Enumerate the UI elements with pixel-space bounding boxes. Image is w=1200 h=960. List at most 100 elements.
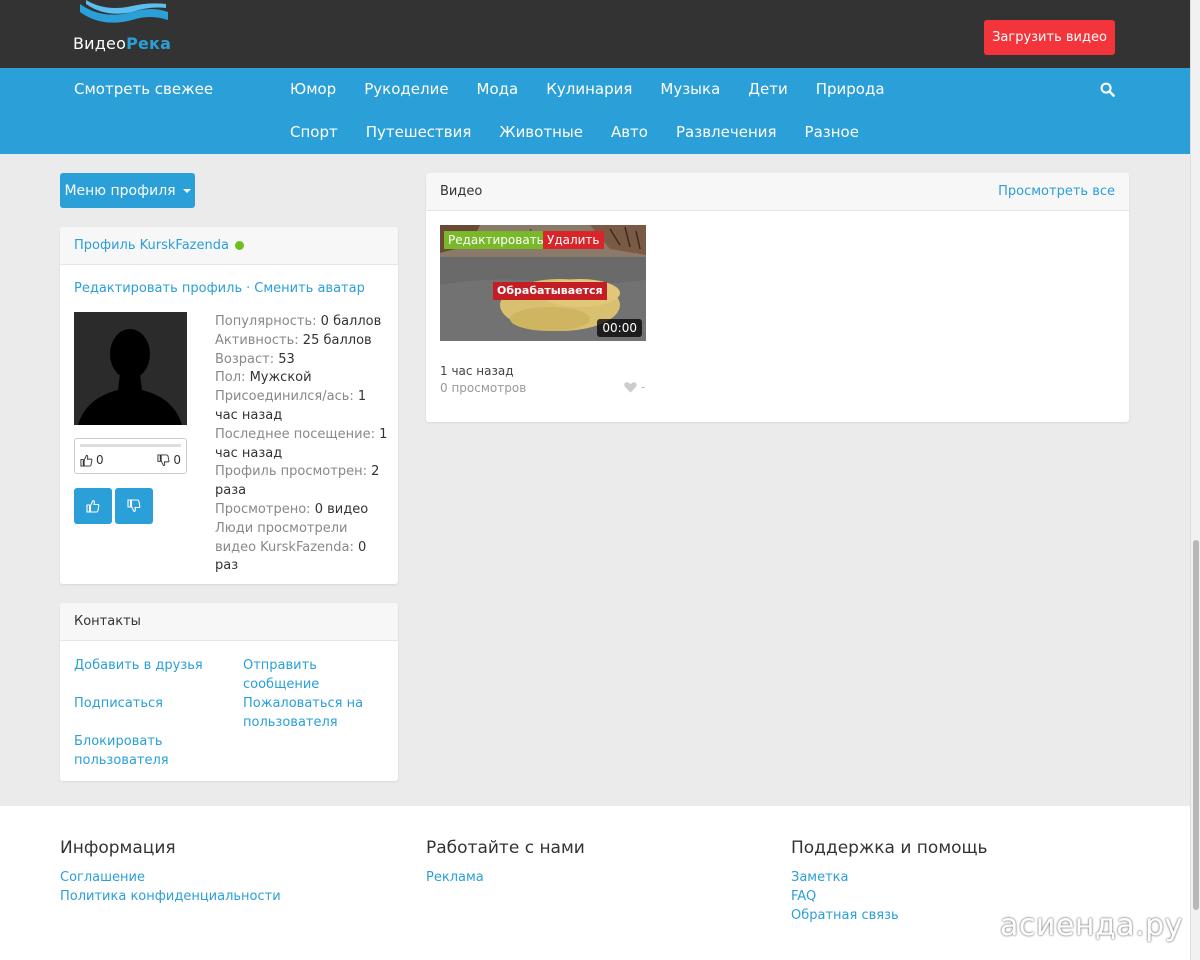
- nav-row-1: Юмор Рукоделие Мода Кулинария Музыка Дет…: [290, 80, 885, 98]
- dislike-count-value: 0: [173, 453, 181, 467]
- nav-item-auto[interactable]: Авто: [611, 123, 648, 141]
- stat-value: 0 баллов: [320, 314, 382, 329]
- stat-activity: Активность: 25 баллов: [215, 332, 390, 351]
- videos-title: Видео: [440, 184, 483, 199]
- profile-panel: Профиль KurskFazenda Редактировать профи…: [60, 227, 398, 584]
- subscribe-link[interactable]: Подписаться: [74, 694, 234, 713]
- stat-label: Последнее посещение:: [215, 426, 375, 442]
- edit-video-button[interactable]: Редактировать: [444, 231, 548, 249]
- profile-stats: Популярность: 0 баллов Активность: 25 ба…: [215, 313, 390, 576]
- footer-info-title: Информация: [60, 838, 176, 858]
- caret-down-icon: [182, 188, 191, 193]
- send-message-link[interactable]: Отправить сообщение: [243, 656, 353, 694]
- edit-profile-link[interactable]: Редактировать профиль: [74, 281, 242, 296]
- logo-text-main: Видео: [73, 34, 127, 53]
- watermark: асиенда.ру: [1000, 908, 1183, 943]
- stat-label: Возраст:: [215, 351, 275, 367]
- top-header: ВидеоРека Загрузить видео: [0, 0, 1190, 68]
- stat-label: Люди просмотрели видео KurskFazenda:: [215, 520, 354, 555]
- category-nav: Смотреть свежее Юмор Рукоделие Мода Кули…: [0, 68, 1190, 154]
- view-all-link[interactable]: Просмотреть все: [998, 184, 1115, 199]
- stat-label: Профиль просмотрен:: [215, 464, 367, 480]
- heart-icon: [624, 382, 637, 393]
- dislike-count: 0: [157, 453, 181, 467]
- profile-panel-header: Профиль KurskFazenda: [60, 227, 398, 265]
- nav-item-sport[interactable]: Спорт: [290, 123, 338, 141]
- thumbs-up-icon: [86, 499, 100, 513]
- change-avatar-link[interactable]: Сменить аватар: [254, 281, 365, 296]
- footer-privacy-link[interactable]: Политика конфиденциальности: [60, 887, 281, 906]
- like-count-value: 0: [96, 453, 104, 467]
- nav-item-humor[interactable]: Юмор: [290, 80, 336, 98]
- stat-watched: Просмотрено: 0 видео: [215, 501, 390, 520]
- video-upload-time: 1 час назад: [440, 364, 514, 378]
- stat-last-visit: Последнее посещение: 1 час назад: [215, 426, 390, 464]
- stat-label: Популярность:: [215, 314, 317, 329]
- stat-label: Активность:: [215, 332, 299, 348]
- delete-video-button[interactable]: Удалить: [543, 231, 604, 249]
- nav-item-nature[interactable]: Природа: [816, 80, 885, 98]
- stat-label: Просмотрено:: [215, 501, 311, 517]
- nav-watch-fresh[interactable]: Смотреть свежее: [74, 80, 213, 98]
- footer-support-column: Поддержка и помощь Заметка FAQ Обратная …: [791, 838, 988, 925]
- rating-bar: [80, 444, 181, 447]
- nav-row-2: Спорт Путешествия Животные Авто Развлече…: [290, 123, 859, 141]
- profile-title[interactable]: Профиль KurskFazenda: [74, 238, 229, 253]
- footer-work-column: Работайте с нами Реклама: [426, 838, 585, 887]
- footer-agreement-link[interactable]: Соглашение: [60, 868, 281, 887]
- like-count: 0: [80, 453, 104, 467]
- profile-menu-button[interactable]: Меню профиля: [60, 173, 195, 208]
- avatar[interactable]: [74, 312, 187, 425]
- upload-video-button[interactable]: Загрузить видео: [984, 20, 1115, 55]
- nav-item-entertainment[interactable]: Развлечения: [676, 123, 777, 141]
- profile-menu-label: Меню профиля: [64, 182, 176, 199]
- stat-video-views: Люди просмотрели видео KurskFazenda: 0 р…: [215, 520, 390, 576]
- videos-panel: Видео Просмотреть все Редактировать Удал…: [426, 173, 1129, 422]
- footer-ads-link[interactable]: Реклама: [426, 868, 585, 887]
- footer-support-title: Поддержка и помощь: [791, 838, 988, 858]
- online-status-icon: [234, 241, 244, 250]
- search-icon[interactable]: [1100, 82, 1115, 97]
- nav-item-fashion[interactable]: Мода: [477, 80, 519, 98]
- stat-profile-views: Профиль просмотрен: 2 раза: [215, 463, 390, 501]
- nav-item-animals[interactable]: Животные: [499, 123, 583, 141]
- report-user-link[interactable]: Пожаловаться на пользователя: [243, 694, 383, 732]
- block-user-link[interactable]: Блокировать пользователя: [74, 732, 194, 770]
- contacts-title: Контакты: [74, 614, 141, 629]
- stat-value: 53: [278, 351, 295, 367]
- processing-badge: Обрабатывается: [493, 282, 607, 300]
- videos-panel-header: Видео Просмотреть все: [426, 173, 1129, 211]
- footer-feedback-link[interactable]: Обратная связь: [791, 906, 988, 925]
- thumbs-down-icon: [127, 499, 141, 513]
- vote-like-button[interactable]: [74, 488, 112, 524]
- thumbs-down-icon: [157, 453, 170, 466]
- nav-item-kids[interactable]: Дети: [748, 80, 787, 98]
- nav-item-handicraft[interactable]: Рукоделие: [364, 80, 448, 98]
- nav-item-misc[interactable]: Разное: [805, 123, 859, 141]
- video-thumbnail[interactable]: Редактировать Удалить Обрабатывается 00:…: [440, 225, 646, 341]
- video-view-count: 0 просмотров: [440, 381, 527, 395]
- add-friend-link[interactable]: Добавить в друзья: [74, 656, 234, 675]
- contacts-panel-header: Контакты: [60, 603, 398, 641]
- stat-value: 0 видео: [314, 501, 369, 517]
- stat-value: Мужской: [249, 370, 312, 386]
- scrollbar-thumb[interactable]: [1193, 540, 1199, 910]
- page-scrollbar[interactable]: [1190, 0, 1200, 960]
- footer-work-title: Работайте с нами: [426, 838, 585, 858]
- footer-info-column: Информация Соглашение Политика конфиденц…: [60, 838, 281, 906]
- video-likes-value: -: [641, 380, 646, 394]
- rating-box: 0 0: [74, 438, 187, 474]
- vote-dislike-button[interactable]: [115, 488, 153, 524]
- profile-actions: Редактировать профиль · Сменить аватар: [74, 281, 365, 296]
- user-silhouette-icon: [78, 329, 182, 425]
- nav-item-cooking[interactable]: Кулинария: [546, 80, 632, 98]
- separator: ·: [246, 281, 251, 296]
- logo-text[interactable]: ВидеоРека: [73, 34, 171, 53]
- footer-note-link[interactable]: Заметка: [791, 868, 988, 887]
- video-likes: -: [624, 380, 645, 394]
- stat-popularity: Популярность: 0 баллов: [215, 313, 390, 332]
- nav-item-travel[interactable]: Путешествия: [366, 123, 472, 141]
- footer-faq-link[interactable]: FAQ: [791, 887, 988, 906]
- video-duration: 00:00: [597, 319, 642, 337]
- nav-item-music[interactable]: Музыка: [660, 80, 720, 98]
